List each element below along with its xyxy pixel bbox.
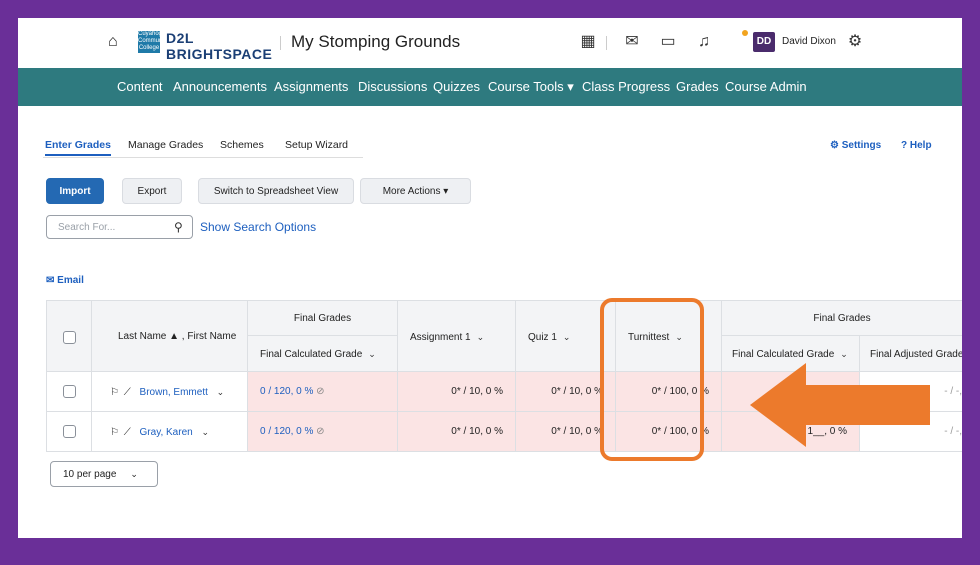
per-page-select[interactable]: 10 per page ⌄ (50, 461, 158, 487)
header-divider (606, 36, 607, 50)
assignment1-cell[interactable]: 0* / 10, 0 % (398, 412, 516, 452)
final-grades-group-header-2: Final Grades (722, 300, 962, 336)
final-calc-header[interactable]: Final Calculated Grade ⌄ (248, 336, 398, 372)
chevron-down-icon[interactable]: ⌄ (840, 349, 848, 359)
student-name-link[interactable]: Gray, Karen (140, 427, 193, 438)
course-navbar: Content Announcements Assignments Discus… (18, 68, 962, 106)
select-all-cell (46, 300, 92, 372)
show-search-options-link[interactable]: Show Search Options (200, 220, 316, 234)
final-calc-cell: 0 / 120, 0 % ⊘ (248, 412, 398, 452)
nav-discussions[interactable]: Discussions (358, 79, 427, 94)
tab-setup-wizard[interactable]: Setup Wizard (285, 139, 348, 151)
search-placeholder: Search For... (58, 222, 116, 233)
final-calc-value[interactable]: 0 / 120, 0 % (260, 426, 313, 437)
notification-dot (742, 30, 748, 36)
row-checkbox[interactable] (63, 385, 76, 398)
chevron-down-icon: ⌄ (130, 469, 138, 479)
college-seal-icon: Cuyahoga Community College (138, 31, 169, 53)
lms-screen: ⌂ Cuyahoga Community College D2L BRIGHTS… (18, 18, 962, 538)
brightspace-logo[interactable]: Cuyahoga Community College D2L BRIGHTSPA… (138, 28, 272, 62)
name-header[interactable]: Last Name ▲ , First Name (92, 300, 248, 372)
avatar[interactable]: DD (753, 32, 775, 52)
gear-icon[interactable]: ⚙ (845, 32, 865, 52)
chevron-down-icon[interactable]: ⌄ (217, 387, 225, 397)
name-header-label: Last Name ▲ , First Name (118, 331, 237, 342)
flag-icon[interactable]: ⚐ (110, 427, 119, 438)
quiz1-header-label: Quiz 1 (528, 332, 557, 343)
nav-assignments[interactable]: Assignments (274, 79, 348, 94)
username[interactable]: David Dixon (782, 36, 836, 47)
export-button[interactable]: Export (122, 178, 182, 204)
chevron-down-icon[interactable]: ⌄ (368, 349, 376, 359)
progress-chart-icon[interactable]: ⟋ (124, 427, 131, 438)
student-name-cell: ⚐ ⟋ Gray, Karen ⌄ (92, 412, 248, 452)
nav-grades[interactable]: Grades (676, 79, 719, 94)
chevron-down-icon[interactable]: ⌄ (201, 427, 209, 437)
student-name-cell: ⚐ ⟋ Brown, Emmett ⌄ (92, 372, 248, 412)
search-icon[interactable]: ⚲ (174, 220, 183, 234)
row-checkbox[interactable] (63, 425, 76, 438)
nav-course-tools[interactable]: Course Tools ▾ (488, 79, 574, 95)
active-tab-indicator (45, 154, 111, 156)
hidden-icon: ⊘ (316, 426, 325, 437)
student-name-link[interactable]: Brown, Emmett (140, 387, 208, 398)
tab-schemes[interactable]: Schemes (220, 139, 264, 151)
final-calc-cell: 0 / 120, 0 % ⊘ (248, 372, 398, 412)
import-button[interactable]: Import (46, 178, 104, 204)
chevron-down-icon[interactable]: ⌄ (563, 332, 571, 342)
tab-enter-grades[interactable]: Enter Grades (45, 139, 111, 151)
top-header: ⌂ Cuyahoga Community College D2L BRIGHTS… (18, 18, 962, 68)
grid-apps-icon[interactable]: ▦ (578, 32, 598, 52)
chevron-down-icon[interactable]: ⌄ (477, 332, 485, 342)
table-row (46, 412, 92, 452)
envelope-icon: ✉ (46, 275, 58, 286)
header-divider (280, 36, 281, 50)
nav-quizzes[interactable]: Quizzes (433, 79, 480, 94)
mail-icon[interactable]: ✉ (622, 32, 642, 52)
final-calc-value[interactable]: 0 / 120, 0 % (260, 386, 313, 397)
select-all-checkbox[interactable] (63, 331, 76, 344)
assignment1-cell[interactable]: 0* / 10, 0 % (398, 372, 516, 412)
assignment1-header-label: Assignment 1 (410, 332, 471, 343)
more-actions-button[interactable]: More Actions ▾ (360, 178, 471, 204)
progress-chart-icon[interactable]: ⟋ (124, 387, 131, 398)
nav-announcements[interactable]: Announcements (173, 79, 267, 94)
assignment1-header[interactable]: Assignment 1 ⌄ (398, 300, 516, 372)
logo-brand: D2L BRIGHTSPACE (166, 30, 273, 62)
final-grades-group-header: Final Grades (248, 300, 398, 336)
gear-icon: ⚙ (830, 140, 842, 151)
nav-class-progress[interactable]: Class Progress (582, 79, 670, 94)
per-page-value: 10 per page (63, 469, 117, 480)
help-link[interactable]: ? Help (901, 140, 932, 151)
table-row (46, 372, 92, 412)
nav-content[interactable]: Content (117, 79, 163, 94)
tab-manage-grades[interactable]: Manage Grades (128, 139, 203, 151)
bell-icon[interactable]: ♫ (694, 32, 714, 52)
hidden-icon: ⊘ (316, 386, 325, 397)
home-icon[interactable]: ⌂ (108, 34, 122, 50)
nav-course-admin[interactable]: Course Admin (725, 79, 807, 94)
final-calc-header-label: Final Calculated Grade (260, 349, 363, 360)
search-input[interactable]: Search For... ⚲ (46, 215, 193, 239)
chat-icon[interactable]: ▭ (658, 32, 678, 52)
course-title[interactable]: My Stomping Grounds (291, 32, 460, 52)
tab-divider (43, 157, 363, 158)
switch-spreadsheet-button[interactable]: Switch to Spreadsheet View (198, 178, 354, 204)
flag-icon[interactable]: ⚐ (110, 387, 119, 398)
final-calc-header-2-label: Final Calculated Grade (732, 349, 835, 360)
final-adjusted-header-label: Final Adjusted Grade (870, 349, 962, 360)
settings-link[interactable]: ⚙ Settings (830, 140, 881, 151)
help-icon: ? (901, 140, 910, 151)
highlight-box (600, 298, 704, 461)
email-link[interactable]: ✉ Email (46, 275, 84, 286)
arrow-left-icon (750, 363, 930, 447)
